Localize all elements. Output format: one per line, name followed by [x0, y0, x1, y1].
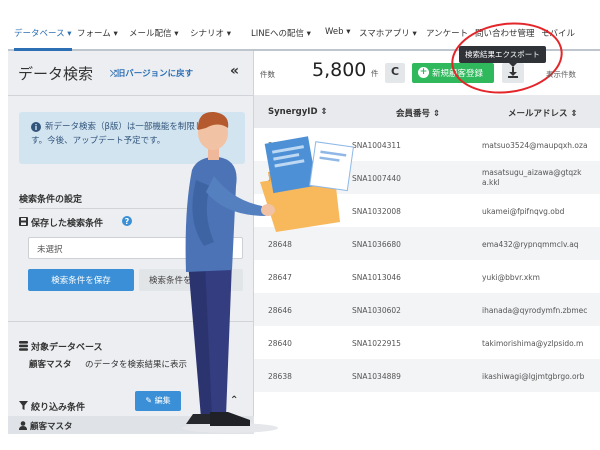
app-window: データベース ▾ フォーム ▾ メール配信 ▾ シナリオ ▾ LINEへの配信 … — [8, 14, 600, 434]
cell-synergy-id: 28 — [268, 174, 278, 183]
table-row[interactable]: 28646 SNA1030602 ihanada@qyrodymfn.zbmec — [254, 293, 600, 326]
nav-item-web[interactable]: Web ▾ — [325, 27, 351, 37]
cell-synergy-id: 28638 — [268, 372, 292, 381]
filter-database-header: 顧客マスタ — [8, 416, 254, 434]
nav-item-scenario[interactable]: シナリオ ▾ — [190, 27, 231, 39]
table-row[interactable]: 28640 SNA1022915 takimorishima@yzlpsido.m — [254, 326, 600, 359]
refresh-button[interactable]: C — [385, 63, 405, 83]
nav-item-form[interactable]: フォーム ▾ — [77, 27, 118, 39]
cell-email: ihanada@qyrodymfn.zbmec — [482, 306, 588, 315]
saved-conditions-select[interactable]: 未選択 — [28, 237, 243, 259]
target-db-name: 顧客マスタ — [29, 360, 72, 370]
cell-synergy-id: 28 — [268, 141, 278, 150]
divider — [8, 95, 254, 96]
cell-email: ukamei@fpifnqvg.obd — [482, 207, 565, 216]
cell-email: masatsugu_aizawa@gtqzk a.kkl — [482, 168, 582, 187]
info-icon — [31, 122, 41, 132]
cell-synergy-id: 28648 — [268, 240, 292, 249]
cell-email: ema432@rypnqmmclv.aq — [482, 240, 579, 249]
column-header-email[interactable]: メールアドレス ⇕ — [508, 107, 578, 119]
svg-text:?: ? — [125, 217, 130, 226]
table-row[interactable]: 28 SNA1004311 matsuo3524@maupqxh.oza — [254, 128, 600, 161]
cell-email: takimorishima@yzlpsido.m — [482, 339, 584, 348]
sidebar-header: データ検索 ⤮旧バージョンに戻す « — [8, 51, 254, 95]
saved-conditions-label: 保存した検索条件 — [31, 219, 104, 229]
target-db-title: 対象データベース — [31, 343, 103, 353]
display-count-label: 表示件数 — [546, 70, 576, 79]
nav-item-mail[interactable]: メール配信 ▾ — [129, 27, 178, 39]
search-conditions-title: 検索条件の設定 — [19, 195, 83, 205]
target-db-description: のデータを検索結果に表示 — [85, 360, 188, 370]
cell-member-number: SNA1004311 — [352, 141, 401, 150]
table-row[interactable]: 28648 SNA1032008 ukamei@fpifnqvg.obd — [254, 194, 600, 227]
beta-notice: 新データ検索（β版）は一部機能を制限しています。今後、アップデート予定です。 — [19, 112, 245, 164]
save-conditions-button[interactable]: 検索条件を保存 — [28, 269, 134, 291]
table-row[interactable]: 28647 SNA1013046 yuki@bbvr.xkm — [254, 260, 600, 293]
load-conditions-button[interactable]: 検索条件を — [139, 269, 243, 291]
help-icon[interactable]: ? — [122, 216, 132, 226]
cell-synergy-id: 28646 — [268, 306, 292, 315]
beta-notice-text: 新データ検索（β版）は一部機能を制限しています。今後、アップデート予定です。 — [31, 122, 229, 146]
collapse-sidebar-icon[interactable]: « — [230, 63, 239, 79]
cell-member-number: SNA1032008 — [352, 207, 401, 216]
sidebar: データ検索 ⤮旧バージョンに戻す « 新データ検索（β版）は一部機能を制限してい… — [8, 51, 254, 434]
cell-member-number: SNA1030602 — [352, 306, 401, 315]
count-label: 件数 — [260, 70, 275, 79]
cell-member-number: SNA1022915 — [352, 339, 401, 348]
nav-item-smartphone-app[interactable]: スマホアプリ ▾ — [359, 27, 417, 39]
refresh-icon: C — [390, 65, 400, 78]
cell-email: matsuo3524@maupqxh.oza — [482, 141, 588, 150]
count-unit: 件 — [371, 69, 379, 78]
table-row[interactable]: 28648 SNA1036680 ema432@rypnqmmclv.aq — [254, 227, 600, 260]
cell-member-number: SNA1034889 — [352, 372, 401, 381]
column-header-synergy-id[interactable]: SynergyID ⇕ — [268, 107, 328, 117]
cell-email: ikashiwagi@lgjmtgbrgo.orb — [482, 372, 585, 381]
filter-database-name: 顧客マスタ — [30, 422, 73, 432]
table-row[interactable]: 28 SNA1007440 masatsugu_aizawa@gtqzk a.kkl — [254, 161, 600, 194]
page-title: データ検索 — [18, 65, 94, 83]
cell-member-number: SNA1013046 — [352, 273, 401, 282]
table-header: SynergyID ⇕ 会員番号 ⇕ メールアドレス ⇕ — [254, 95, 600, 128]
user-icon — [19, 421, 27, 430]
cell-synergy-id: 28647 — [268, 273, 292, 282]
main-content: 件数 5,800 件 C + 新規顧客登録 検索結果エクスポート 表示件数 Sy… — [254, 15, 600, 434]
nav-item-survey[interactable]: アンケート — [426, 27, 468, 39]
nav-item-database[interactable]: データベース ▾ — [14, 27, 72, 51]
cell-email: yuki@bbvr.xkm — [482, 273, 540, 282]
chevron-up-icon[interactable]: ⌃ — [230, 395, 238, 406]
table-row[interactable]: 28638 SNA1034889 ikashiwagi@lgjmtgbrgo.orb — [254, 359, 600, 392]
edit-filter-button[interactable]: ✎ 編集 — [135, 391, 181, 411]
filter-title: 絞り込み条件 — [31, 403, 86, 413]
old-version-link[interactable]: ⤮旧バージョンに戻す — [110, 67, 193, 79]
nav-item-line[interactable]: LINEへの配信 ▾ — [251, 27, 311, 39]
save-icon — [19, 217, 28, 226]
plus-circle-icon: + — [418, 67, 429, 78]
cell-synergy-id: 28648 — [268, 207, 292, 216]
cell-member-number: SNA1007440 — [352, 174, 401, 183]
database-icon — [19, 341, 28, 351]
cell-synergy-id: 28640 — [268, 339, 292, 348]
filter-icon — [19, 401, 28, 410]
divider — [19, 208, 245, 209]
cell-member-number: SNA1036680 — [352, 240, 401, 249]
column-header-member-number[interactable]: 会員番号 ⇕ — [396, 107, 440, 119]
result-count: 5,800 — [312, 59, 367, 81]
divider — [8, 321, 254, 322]
